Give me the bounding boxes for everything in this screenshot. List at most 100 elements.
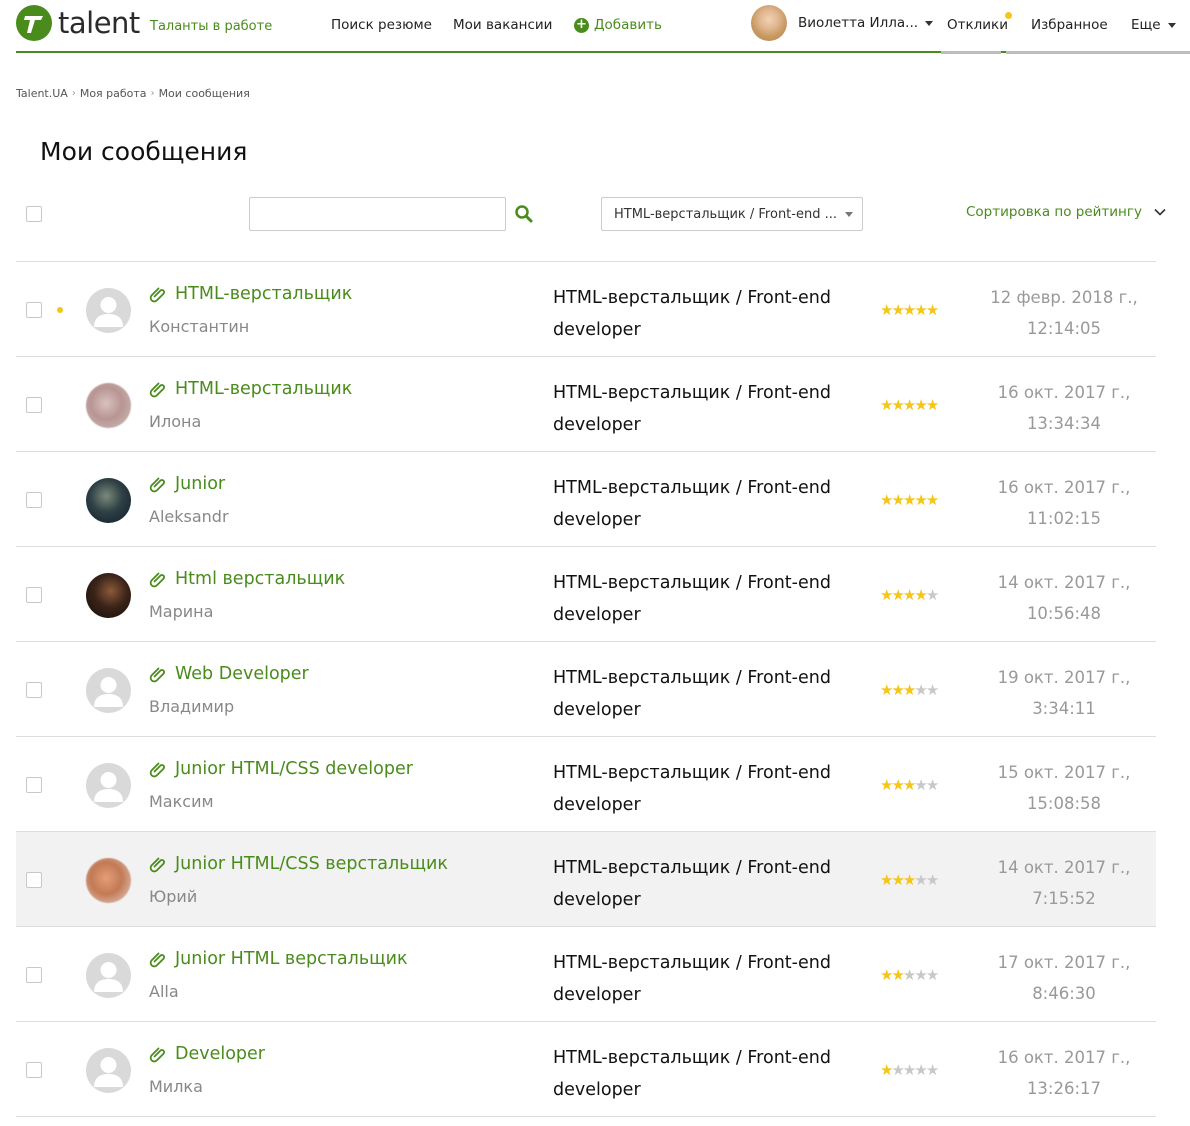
paperclip-icon	[149, 952, 165, 968]
candidate-name: Alla	[149, 982, 179, 1001]
message-title[interactable]: Html верстальщик	[148, 569, 345, 589]
message-title-text: HTML-верстальщик	[175, 284, 353, 304]
row-checkbox[interactable]	[26, 397, 42, 413]
star-icon: ★	[914, 681, 928, 699]
star-icon: ★	[891, 491, 905, 509]
star-icon: ★	[902, 681, 917, 699]
message-title-text: Junior HTML/CSS верстальщик	[175, 854, 448, 874]
candidate-name: Aleksandr	[149, 507, 229, 526]
row-checkbox[interactable]	[26, 587, 42, 603]
star-icon: ★	[914, 301, 928, 319]
star-icon: ★	[891, 586, 905, 604]
paperclip-icon	[149, 1047, 165, 1063]
message-date-time: 11:02:15	[1026, 509, 1102, 528]
breadcrumb-item[interactable]: Моя работа	[80, 87, 147, 100]
row-checkbox[interactable]	[26, 967, 42, 983]
message-date-time: 8:46:30	[1032, 984, 1096, 1003]
star-icon: ★	[891, 871, 905, 889]
message-title[interactable]: Developer	[148, 1044, 265, 1064]
message-title[interactable]: Junior HTML/CSS верстальщик	[148, 854, 448, 874]
nav-more-label: Еще	[1131, 17, 1161, 33]
nav-my-vacancies[interactable]: Мои вакансии	[453, 17, 552, 33]
star-icon: ★	[902, 1061, 917, 1079]
top-header: talent Таланты в работе Поиск резюме Мои…	[0, 0, 1190, 54]
message-date-time: 3:34:11	[1032, 699, 1096, 718]
vacancy-name: HTML-верстальщик / Front-end developer	[553, 383, 831, 435]
candidate-name: Илона	[149, 412, 202, 431]
caret-down-icon	[845, 212, 853, 217]
caret-down-icon	[925, 20, 934, 26]
paperclip-icon	[149, 287, 165, 303]
star-icon: ★	[902, 301, 917, 319]
message-date: 16 окт. 2017 г., 13:26:17	[976, 1042, 1152, 1104]
message-title[interactable]: Web Developer	[148, 664, 309, 684]
message-row[interactable]: Junior HTML/CSS developer Максим HTML-ве…	[16, 737, 1156, 832]
message-date-day: 16 окт. 2017 г.,	[997, 1048, 1131, 1067]
rating-stars: ★★★★★	[880, 1061, 939, 1079]
rating-stars: ★★★★★	[880, 491, 940, 509]
star-icon: ★	[925, 776, 940, 794]
paperclip-icon	[149, 667, 165, 683]
user-placeholder-icon	[86, 1048, 131, 1093]
message-row[interactable]: Junior Aleksandr HTML-верстальщик / Fron…	[16, 452, 1156, 547]
user-menu[interactable]: Виолетта Илла...	[751, 5, 934, 41]
star-icon: ★	[925, 491, 940, 509]
message-row[interactable]: HTML-верстальщик Константин HTML-верстал…	[16, 262, 1156, 357]
message-title[interactable]: Junior	[148, 474, 225, 494]
message-date-day: 14 окт. 2017 г.,	[997, 573, 1131, 592]
rating-stars: ★★★★★	[880, 396, 939, 414]
breadcrumb: Talent.UA › Моя работа › Мои сообщения	[16, 87, 250, 100]
rating-stars: ★★★★★	[880, 776, 940, 794]
message-title[interactable]: Junior HTML верстальщик	[148, 949, 408, 969]
message-row[interactable]: Html верстальщик Марина HTML-верстальщик…	[16, 547, 1156, 642]
message-title[interactable]: HTML-верстальщик	[148, 284, 352, 304]
breadcrumb-separator-icon: ›	[150, 88, 155, 99]
message-date: 14 окт. 2017 г., 10:56:48	[976, 567, 1152, 629]
nav-favorites[interactable]: Избранное	[1031, 17, 1108, 33]
message-title-text: Developer	[175, 1044, 266, 1064]
search-input[interactable]	[249, 197, 506, 231]
nav-search-resume[interactable]: Поиск резюме	[331, 17, 432, 33]
caret-down-icon	[1167, 22, 1176, 28]
search-icon[interactable]	[514, 204, 534, 224]
message-date-day: 12 февр. 2018 г.,	[990, 288, 1138, 307]
message-title-text: HTML-верстальщик	[175, 379, 353, 399]
row-checkbox[interactable]	[26, 872, 42, 888]
sort-dropdown[interactable]: Сортировка по рейтингу	[966, 204, 1166, 220]
nav-add-button[interactable]: + Добавить	[574, 17, 662, 33]
star-icon: ★	[914, 871, 928, 889]
avatar	[86, 478, 131, 523]
message-title[interactable]: Junior HTML/CSS developer	[148, 759, 413, 779]
message-row[interactable]: Junior HTML/CSS верстальщик Юрий HTML-ве…	[16, 832, 1156, 927]
star-icon: ★	[902, 871, 917, 889]
nav-responses[interactable]: Отклики	[947, 17, 1008, 33]
star-icon: ★	[914, 776, 928, 794]
logo[interactable]: talent	[16, 5, 140, 41]
rating-stars: ★★★★★	[880, 871, 939, 889]
nav-more[interactable]: Еще	[1131, 17, 1176, 33]
vacancy-filter-select[interactable]: HTML-верстальщик / Front-end ...	[601, 197, 863, 231]
row-checkbox[interactable]	[26, 492, 42, 508]
avatar	[86, 858, 131, 903]
vacancy-name: HTML-верстальщик / Front-end developer	[553, 668, 831, 720]
message-row[interactable]: Developer Милка HTML-верстальщик / Front…	[16, 1022, 1156, 1117]
select-all-checkbox[interactable]	[26, 206, 42, 222]
star-icon: ★	[891, 681, 905, 699]
message-row[interactable]: HTML-верстальщик Илона HTML-верстальщик …	[16, 357, 1156, 452]
row-checkbox[interactable]	[26, 302, 42, 318]
message-row[interactable]: Junior HTML верстальщик Alla HTML-верста…	[16, 927, 1156, 1022]
user-placeholder-icon	[86, 668, 131, 713]
row-checkbox[interactable]	[26, 777, 42, 793]
message-title[interactable]: HTML-верстальщик	[148, 379, 352, 399]
star-icon: ★	[891, 301, 905, 319]
vacancy-name: HTML-верстальщик / Front-end developer	[553, 858, 831, 910]
avatar	[751, 5, 787, 41]
row-checkbox[interactable]	[26, 682, 42, 698]
star-icon: ★	[880, 1061, 894, 1079]
row-checkbox[interactable]	[26, 1062, 42, 1078]
message-row[interactable]: Web Developer Владимир HTML-верстальщик …	[16, 642, 1156, 737]
breadcrumb-item[interactable]: Talent.UA	[16, 87, 68, 100]
star-icon: ★	[902, 586, 917, 604]
tagline: Таланты в работе	[150, 19, 273, 34]
message-date: 16 окт. 2017 г., 13:34:34	[976, 377, 1152, 439]
